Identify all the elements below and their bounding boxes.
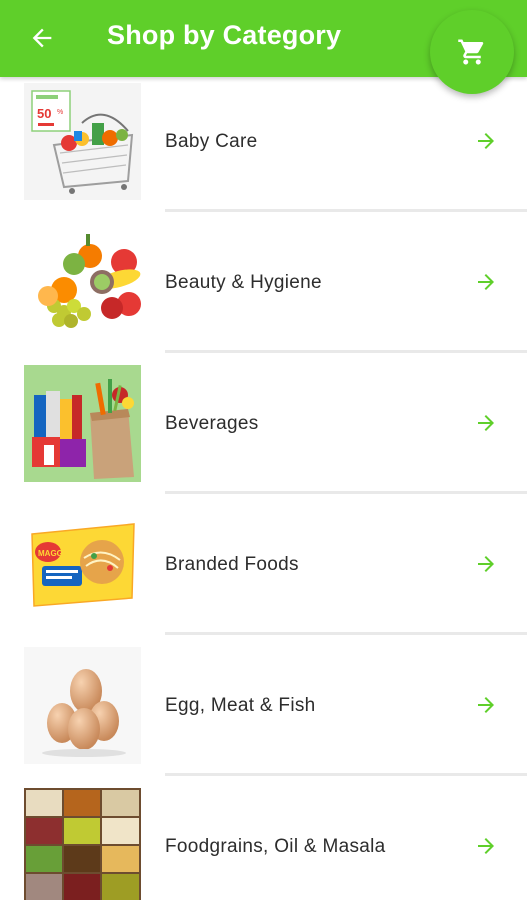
category-label: Egg, Meat & Fish: [165, 694, 316, 716]
category-row-branded-foods[interactable]: MAGGI Branded Foods: [0, 494, 527, 635]
cart-button[interactable]: [430, 10, 514, 94]
grocery-basket-sale-image: 50 %: [24, 83, 141, 200]
shopping-cart-icon: [458, 39, 484, 65]
svg-text:MAGGI: MAGGI: [38, 549, 65, 558]
grains-box-image: [24, 788, 141, 900]
category-label: Branded Foods: [165, 553, 299, 575]
eggs-image: [24, 647, 141, 764]
page-title: Shop by Category: [107, 20, 342, 50]
fruits-image: [24, 224, 141, 341]
category-row-beverages[interactable]: Beverages: [0, 353, 527, 494]
category-label: Beauty & Hygiene: [165, 271, 322, 293]
arrow-left-icon: [32, 28, 52, 48]
category-label: Beverages: [165, 412, 259, 434]
category-label: Baby Care: [165, 130, 258, 152]
category-list: 50 % Baby Care Beauty & Hygiene Beverage…: [0, 77, 527, 900]
arrow-right-icon[interactable]: [474, 552, 498, 576]
arrow-right-icon[interactable]: [474, 129, 498, 153]
arrow-right-icon[interactable]: [474, 411, 498, 435]
svg-text:%: %: [57, 109, 63, 116]
category-row-baby-care[interactable]: 50 % Baby Care: [0, 77, 527, 212]
svg-text:50: 50: [37, 106, 51, 121]
category-row-beauty-hygiene[interactable]: Beauty & Hygiene: [0, 212, 527, 353]
back-button[interactable]: [22, 18, 62, 58]
category-label: Foodgrains, Oil & Masala: [165, 835, 386, 857]
category-row-egg-meat-fish[interactable]: Egg, Meat & Fish: [0, 635, 527, 776]
arrow-right-icon[interactable]: [474, 270, 498, 294]
noodles-pack-image: MAGGI: [24, 506, 141, 623]
arrow-right-icon[interactable]: [474, 834, 498, 858]
grocery-bag-image: [24, 365, 141, 482]
arrow-right-icon[interactable]: [474, 693, 498, 717]
category-row-foodgrains-oil-masala[interactable]: Foodgrains, Oil & Masala: [0, 776, 527, 900]
